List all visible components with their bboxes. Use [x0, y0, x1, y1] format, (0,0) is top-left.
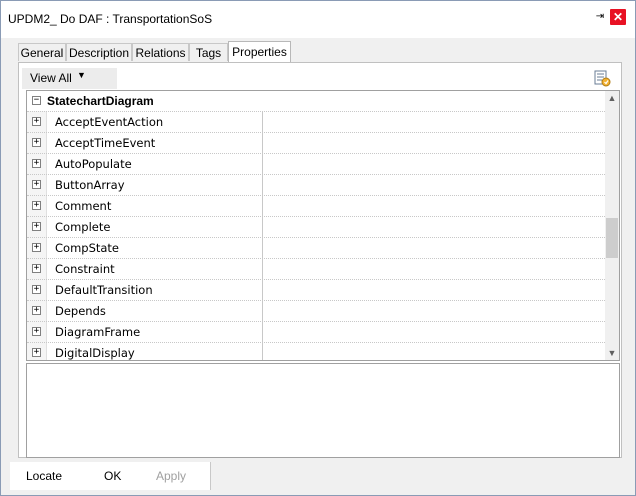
property-label: Comment — [55, 199, 112, 213]
property-value[interactable] — [262, 196, 606, 216]
property-label: AcceptEventAction — [55, 115, 164, 129]
property-value[interactable] — [262, 259, 606, 279]
expand-icon[interactable]: + — [32, 243, 41, 252]
property-label: DigitalDisplay — [55, 346, 135, 360]
property-value[interactable] — [262, 238, 606, 258]
property-value[interactable] — [262, 133, 606, 153]
window-title: UPDM2_ Do DAF : TransportationSoS — [8, 12, 213, 26]
property-label: AutoPopulate — [55, 157, 132, 171]
view-all-label: View All — [30, 71, 72, 85]
expand-icon[interactable]: + — [32, 348, 41, 357]
property-label: Depends — [55, 304, 106, 318]
collapse-icon[interactable]: − — [32, 96, 41, 105]
tab-properties[interactable]: Properties — [228, 41, 291, 63]
property-value[interactable] — [262, 322, 606, 342]
expand-icon[interactable]: + — [32, 285, 41, 294]
tab-strip: General Description Relations Tags Prope… — [18, 41, 618, 63]
property-label: DefaultTransition — [55, 283, 153, 297]
property-value[interactable] — [262, 217, 606, 237]
expand-icon[interactable]: + — [32, 306, 41, 315]
expand-icon[interactable]: + — [32, 180, 41, 189]
tab-relations[interactable]: Relations — [132, 43, 189, 61]
property-row[interactable]: + Complete — [27, 216, 605, 237]
expand-icon[interactable]: + — [32, 117, 41, 126]
tab-tags[interactable]: Tags — [189, 43, 228, 61]
locate-button[interactable]: Locate — [26, 469, 62, 483]
properties-options-icon[interactable] — [594, 70, 612, 88]
property-value[interactable] — [262, 280, 606, 300]
property-label: AcceptTimeEvent — [55, 136, 156, 150]
property-row[interactable]: + AutoPopulate — [27, 153, 605, 174]
button-bar: Locate OK Apply — [10, 462, 211, 490]
view-all-dropdown[interactable]: View All ▼ — [22, 68, 117, 89]
expand-icon[interactable]: + — [32, 327, 41, 336]
category-header[interactable]: − StatechartDiagram — [27, 91, 605, 111]
expand-icon[interactable]: + — [32, 159, 41, 168]
property-rows: + AcceptEventAction + AcceptTimeEvent + … — [27, 111, 606, 360]
property-row[interactable]: + Depends — [27, 300, 605, 321]
property-row[interactable]: + ButtonArray — [27, 174, 605, 195]
property-value[interactable] — [262, 175, 606, 195]
property-row[interactable]: + AcceptTimeEvent — [27, 132, 605, 153]
property-row[interactable]: + DiagramFrame — [27, 321, 605, 342]
description-area — [26, 363, 620, 458]
property-label: Constraint — [55, 262, 115, 276]
scroll-down-icon[interactable]: ▼ — [605, 346, 619, 360]
close-icon[interactable]: ✕ — [610, 9, 626, 25]
chevron-down-icon: ▼ — [77, 70, 86, 80]
tab-description[interactable]: Description — [66, 43, 132, 61]
title-bar[interactable]: UPDM2_ Do DAF : TransportationSoS ⇥ ✕ — [1, 1, 635, 38]
category-title: StatechartDiagram — [47, 94, 154, 108]
expand-icon[interactable]: + — [32, 201, 41, 210]
property-row[interactable]: + Comment — [27, 195, 605, 216]
property-grid[interactable]: − StatechartDiagram + AcceptEventAction … — [26, 90, 620, 361]
property-value[interactable] — [262, 112, 606, 132]
property-label: ButtonArray — [55, 178, 125, 192]
pin-icon[interactable]: ⇥ — [594, 12, 606, 22]
scroll-thumb[interactable] — [606, 218, 618, 258]
property-value[interactable] — [262, 343, 606, 360]
apply-button[interactable]: Apply — [156, 469, 186, 483]
property-row[interactable]: + DefaultTransition — [27, 279, 605, 300]
expand-icon[interactable]: + — [32, 264, 41, 273]
properties-window: UPDM2_ Do DAF : TransportationSoS ⇥ ✕ Ge… — [0, 0, 636, 496]
expand-icon[interactable]: + — [32, 222, 41, 231]
property-row[interactable]: + AcceptEventAction — [27, 111, 605, 132]
vertical-scrollbar[interactable]: ▲ ▼ — [605, 91, 619, 360]
property-value[interactable] — [262, 301, 606, 321]
property-row[interactable]: + DigitalDisplay — [27, 342, 606, 360]
scroll-up-icon[interactable]: ▲ — [605, 91, 619, 105]
property-label: CompState — [55, 241, 120, 255]
property-row[interactable]: + Constraint — [27, 258, 605, 279]
property-row[interactable]: + CompState — [27, 237, 605, 258]
expand-icon[interactable]: + — [32, 138, 41, 147]
tab-general[interactable]: General — [18, 43, 66, 61]
property-label: Complete — [55, 220, 111, 234]
ok-button[interactable]: OK — [104, 469, 121, 483]
property-value[interactable] — [262, 154, 606, 174]
property-label: DiagramFrame — [55, 325, 141, 339]
